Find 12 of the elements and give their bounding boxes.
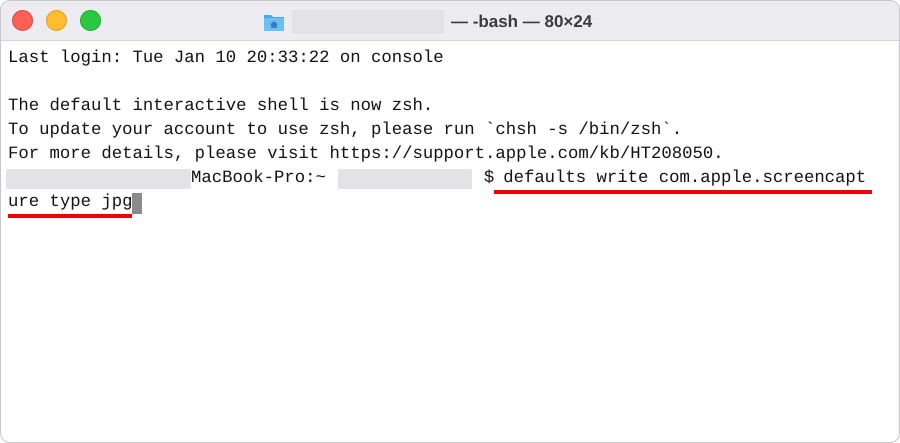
window-title: — -bash — 80×24 <box>451 12 592 32</box>
minimize-button[interactable] <box>46 10 67 31</box>
prompt-symbol: $ <box>484 168 494 190</box>
terminal-text: The default interactive shell is now zsh. <box>8 96 434 118</box>
terminal-text: Last login: Tue Jan 10 20:33:22 on console <box>8 48 444 70</box>
terminal-text: To update your account to use zsh, please run `chsh -s /bin/zsh`. <box>8 120 682 142</box>
prompt-host: MacBook-Pro:~ <box>191 168 326 190</box>
close-button[interactable] <box>12 10 33 31</box>
command-text: defaults write com.apple.screencapt <box>494 168 872 194</box>
home-folder-icon <box>263 12 285 32</box>
terminal-text: For more details, please visit https://support.apple.com/kb/HT208050. <box>8 144 724 166</box>
zoom-button[interactable] <box>80 10 101 31</box>
